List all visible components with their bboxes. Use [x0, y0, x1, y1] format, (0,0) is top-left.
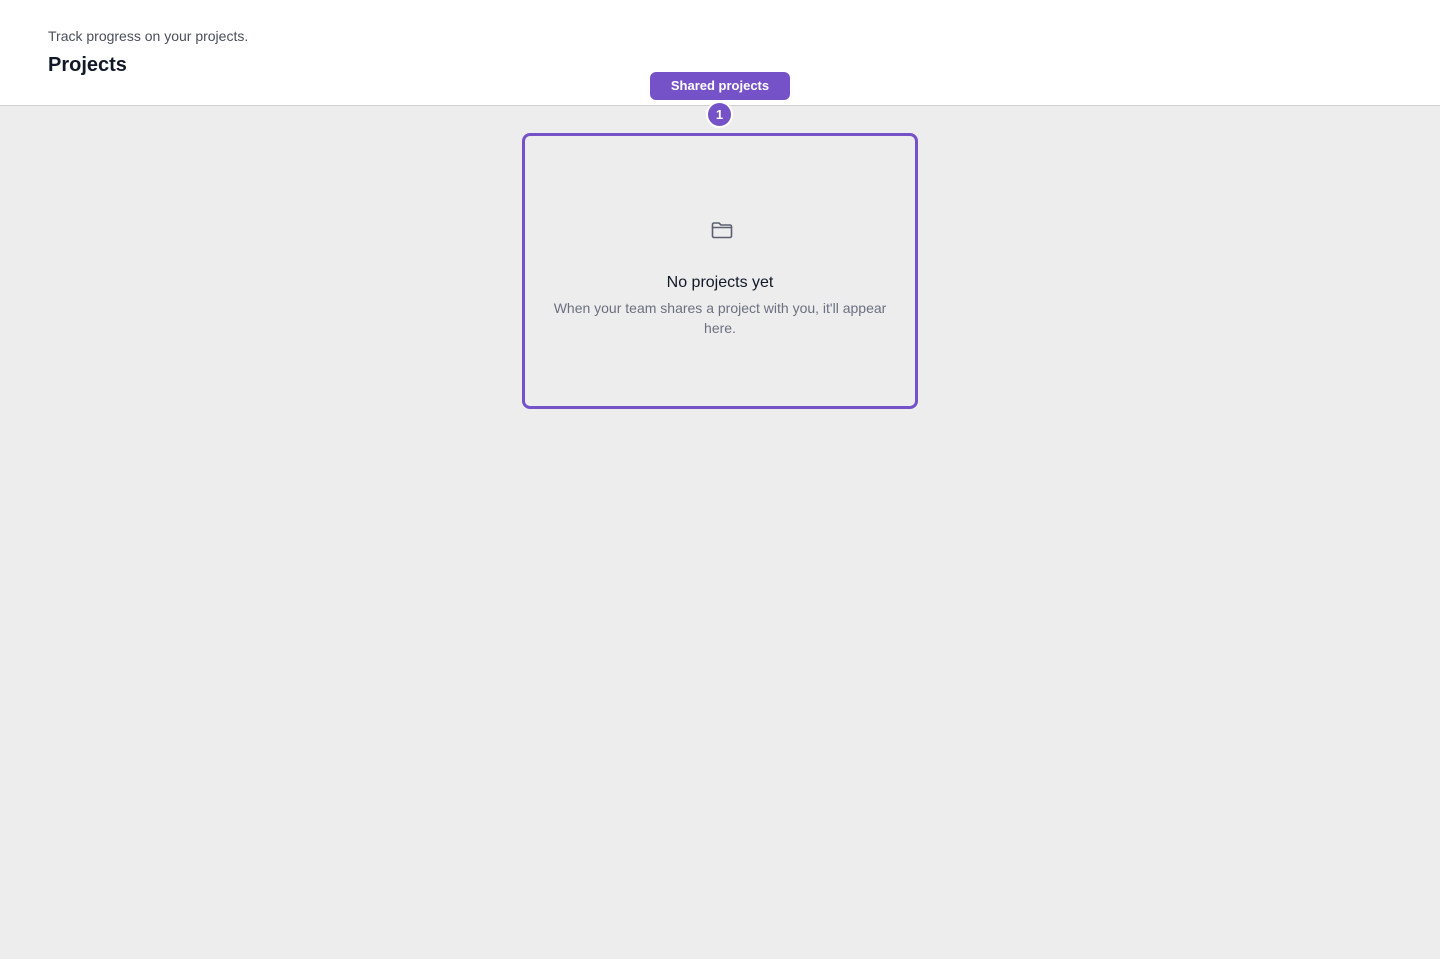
empty-state-card: No projects yet When your team shares a … — [522, 133, 918, 409]
empty-state-description: When your team shares a project with you… — [553, 300, 887, 336]
tab-shared-projects[interactable]: Shared projects — [650, 72, 790, 100]
step-badge: 1 — [706, 101, 733, 128]
folder-icon — [711, 222, 733, 239]
empty-state-title: No projects yet — [666, 274, 774, 291]
page-subtitle: Track progress on your projects. — [48, 28, 249, 44]
page-title: Projects — [48, 54, 127, 76]
